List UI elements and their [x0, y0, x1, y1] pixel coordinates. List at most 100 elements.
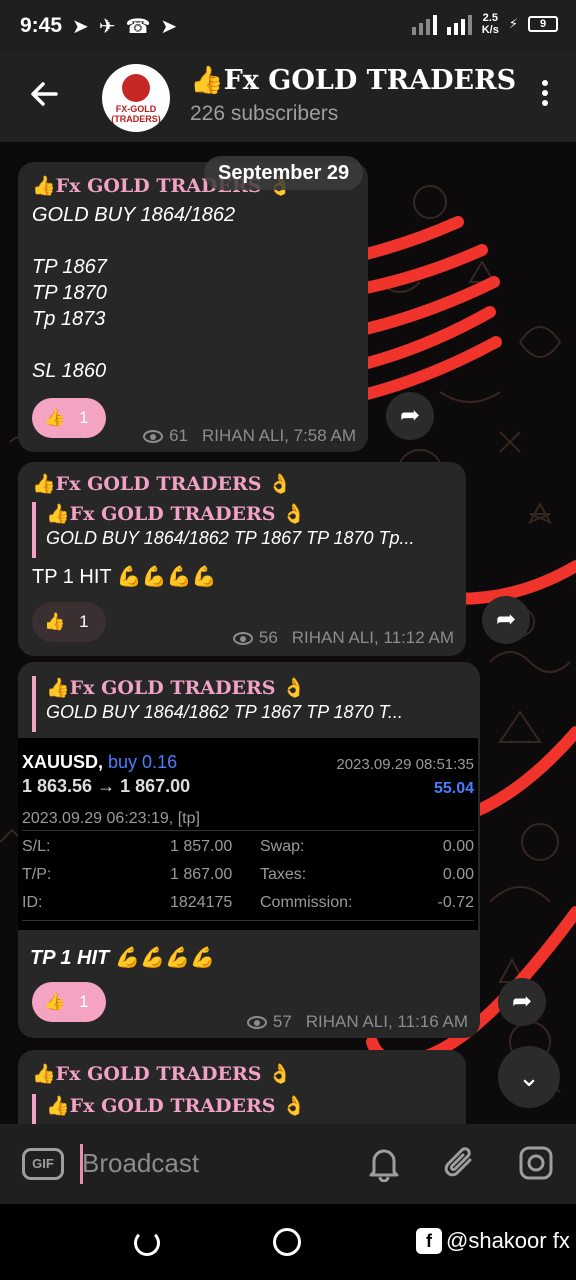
message-input[interactable]: Broadcast: [82, 1148, 199, 1179]
signal-icon: [411, 13, 437, 35]
swap-value: 0.00: [442, 838, 474, 855]
quote-author: 👍Fx GOLD TRADERS 👌: [46, 503, 306, 525]
channel-title[interactable]: 👍Fx GOLD TRADERS: [190, 64, 516, 96]
message-bubble-2[interactable]: 👍Fx GOLD TRADERS 👌 👍Fx GOLD TRADERS 👌 GO…: [18, 462, 466, 656]
message-line: TP 1870: [32, 282, 107, 304]
message-meta: 61 RIHAN ALI, 7:58 AM: [143, 426, 356, 446]
thumbs-up-icon: 👍: [44, 408, 66, 427]
eye-icon: [232, 631, 253, 645]
notification-icons: ➤✈☎➤: [72, 16, 188, 38]
signature: RIHAN ALI, 11:16 AM: [305, 1012, 468, 1031]
facebook-icon: f: [416, 1228, 442, 1254]
gif-button[interactable]: GIF: [22, 1148, 64, 1180]
chevron-down-icon[interactable]: ⌄: [498, 1046, 560, 1108]
status-bar: 9:45 ➤✈☎➤ 2.5 K/s ⚡ 9: [0, 0, 576, 52]
bull-logo-icon: [122, 74, 150, 102]
forward-icon[interactable]: ➦: [482, 596, 530, 644]
tp-label: T/P:: [22, 866, 52, 883]
view-count: 57: [272, 1012, 292, 1031]
trade-symbol: XAUUSD,: [22, 752, 104, 772]
sl-label: S/L:: [22, 838, 51, 855]
paperclip-icon[interactable]: [440, 1144, 480, 1184]
reply-quote[interactable]: 👍Fx GOLD TRADERS 👌 GOLD BUY 1864/1862 TP…: [32, 502, 415, 558]
trade-timestamp: 2023.09.29 08:51:35: [336, 756, 474, 773]
network-speed: 2.5 K/s: [481, 12, 499, 36]
forward-icon[interactable]: ➦: [386, 392, 434, 440]
more-vert-icon[interactable]: [542, 80, 548, 110]
divider: [22, 920, 474, 921]
message-author: 👍Fx GOLD TRADERS 👌: [32, 1063, 292, 1085]
quote-author: 👍Fx GOLD TRADERS 👌: [46, 677, 306, 699]
system-nav-bar: f @shakoor fx: [0, 1204, 576, 1280]
eye-icon: [246, 1015, 267, 1029]
reply-quote[interactable]: 👍Fx GOLD TRADERS 👌 GOLD BUY 1864/1862 TP…: [32, 676, 403, 732]
message-text: TP 1 HIT 💪💪💪💪: [30, 947, 215, 969]
quote-author: 👍Fx GOLD TRADERS 👌: [46, 1095, 306, 1117]
message-meta: 57 RIHAN ALI, 11:16 AM: [246, 1012, 468, 1032]
swap-label: Swap:: [260, 838, 305, 855]
reply-quote[interactable]: 👍Fx GOLD TRADERS 👌: [32, 1094, 306, 1124]
charging-icon: ⚡: [508, 16, 518, 31]
arrow-left-icon[interactable]: [26, 76, 62, 118]
reaction-chip[interactable]: 👍 1: [32, 398, 106, 438]
id-value: 1824175: [170, 894, 233, 911]
message-meta: 56 RIHAN ALI, 11:12 AM: [232, 628, 454, 648]
trade-screenshot[interactable]: XAUUSD, buy 0.16 2023.09.29 08:51:35 1 8…: [18, 738, 478, 930]
message-list[interactable]: 👍Fx GOLD TRADERS 👌 GOLD BUY 1864/1862 TP…: [0, 142, 576, 1124]
reaction-chip[interactable]: 👍 1: [32, 982, 106, 1022]
signature: RIHAN ALI, 7:58 AM: [201, 426, 356, 445]
home-icon[interactable]: [273, 1228, 301, 1256]
reaction-count: 1: [79, 992, 89, 1011]
watermark-text: @shakoor fx: [446, 1228, 570, 1253]
avatar-logo-text: FX-GOLD (TRADERS): [111, 104, 161, 124]
thumbs-up-icon: 👍: [44, 612, 66, 631]
date-separator: September 29: [204, 156, 364, 190]
message-line: SL 1860: [32, 360, 107, 382]
message-author: 👍Fx GOLD TRADERS 👌: [32, 473, 292, 495]
id-label: ID:: [22, 894, 43, 911]
sl-value: 1 857.00: [170, 838, 233, 855]
message-line: [32, 332, 235, 358]
view-count: 61: [169, 426, 188, 445]
trade-prices: 1 863.56 → 1 867.00: [22, 776, 191, 796]
channel-avatar[interactable]: FX-GOLD (TRADERS): [102, 64, 170, 132]
trade-side: buy 0.16: [108, 752, 178, 772]
commission-label: Commission:: [260, 894, 353, 911]
instagram-camera-icon[interactable]: [516, 1144, 556, 1184]
signature: RIHAN ALI, 11:12 AM: [291, 628, 454, 647]
eye-icon: [143, 429, 164, 443]
forward-icon[interactable]: ➦: [498, 978, 546, 1026]
input-bar: GIF Broadcast: [0, 1124, 576, 1204]
subscriber-count: 226 subscribers: [190, 102, 339, 125]
chat-header: FX-GOLD (TRADERS) 👍Fx GOLD TRADERS 226 s…: [0, 52, 576, 142]
recents-icon[interactable]: [134, 1230, 160, 1256]
quote-text: GOLD BUY 1864/1862 TP 1867 TP 1870 Tp...: [46, 528, 415, 548]
thumbs-up-icon: 👍: [44, 992, 66, 1011]
message-line: Tp 1873: [32, 308, 106, 330]
message-text: TP 1 HIT 💪💪💪💪: [32, 566, 217, 588]
commission-value: -0.72: [437, 894, 474, 911]
reaction-count: 1: [79, 408, 89, 427]
message-text: GOLD BUY 1864/1862 TP 1867 TP 1870 Tp 18…: [32, 202, 235, 384]
reaction-count: 1: [79, 612, 89, 631]
message-line: TP 1867: [32, 256, 107, 278]
taxes-value: 0.00: [442, 866, 474, 883]
quote-text: GOLD BUY 1864/1862 TP 1867 TP 1870 T...: [46, 702, 403, 722]
trade-header: XAUUSD, buy 0.16: [22, 752, 177, 773]
clock: 9:45: [20, 14, 63, 37]
signal-2-icon: [446, 13, 472, 35]
message-bubble-1[interactable]: 👍Fx GOLD TRADERS 👌 GOLD BUY 1864/1862 TP…: [18, 162, 368, 452]
battery-icon: 9: [528, 16, 558, 32]
reaction-chip[interactable]: 👍 1: [32, 602, 106, 642]
message-line: [32, 228, 235, 254]
status-right: 2.5 K/s ⚡ 9: [411, 12, 558, 36]
message-bubble-4[interactable]: 👍Fx GOLD TRADERS 👌 👍Fx GOLD TRADERS 👌: [18, 1050, 466, 1124]
taxes-label: Taxes:: [260, 866, 307, 883]
trade-profit: 55.04: [433, 780, 474, 797]
tp-value: 1 867.00: [170, 866, 233, 883]
watermark: f @shakoor fx: [416, 1228, 570, 1254]
trade-open-time: 2023.09.29 06:23:19, [tp]: [22, 810, 200, 827]
view-count: 56: [258, 628, 278, 647]
bell-icon[interactable]: [364, 1144, 404, 1184]
divider: [22, 830, 474, 831]
